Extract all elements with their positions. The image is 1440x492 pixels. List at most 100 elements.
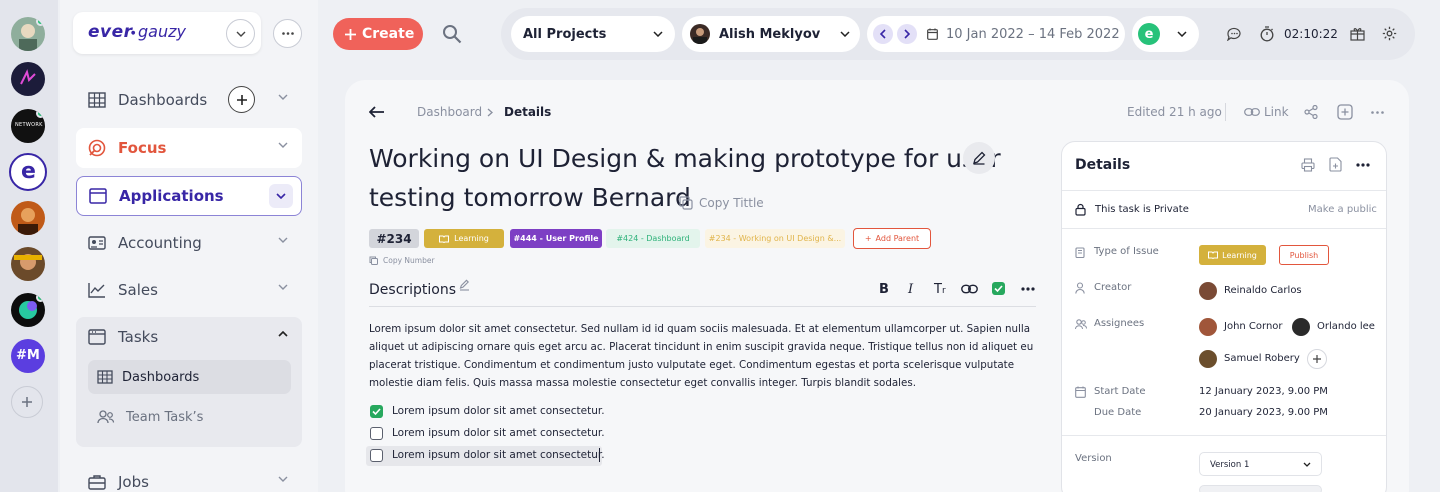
type-label: Type of Issue: [1094, 246, 1159, 257]
workspace-avatar-m[interactable]: #M: [11, 339, 45, 373]
chevron-right-icon: [487, 108, 493, 117]
workspace-avatar-3[interactable]: NETWORK: [11, 109, 45, 143]
workspace-avatar-7[interactable]: [11, 293, 45, 327]
next-range-button[interactable]: [897, 24, 917, 44]
tag-dashboard[interactable]: #424 - Dashboard: [606, 229, 700, 248]
avatar: [1199, 318, 1217, 336]
copy-title-button[interactable]: Copy Tittle: [679, 196, 764, 210]
prev-range-button[interactable]: [873, 24, 893, 44]
tag-parent-task[interactable]: #234 - Working on UI Design &...: [705, 229, 845, 248]
nav-applications[interactable]: Applications: [76, 176, 302, 216]
more-icon[interactable]: [1371, 111, 1384, 114]
workspace-avatar-6[interactable]: [11, 247, 45, 281]
breadcrumb-dashboard[interactable]: Dashboard: [417, 105, 482, 119]
gear-icon[interactable]: [1382, 26, 1397, 41]
nav-jobs[interactable]: Jobs: [76, 462, 302, 492]
due-date-value[interactable]: 20 January 2023, 9.00 PM: [1199, 407, 1328, 418]
next-select[interactable]: [1199, 485, 1322, 492]
checklist-checkbox-3[interactable]: [370, 449, 383, 462]
avatar: [1199, 282, 1217, 300]
avatar: [690, 24, 710, 44]
nav-dashboards[interactable]: Dashboards: [76, 80, 302, 120]
plus-icon: [236, 94, 247, 105]
add-workspace-button[interactable]: [11, 386, 43, 418]
gift-icon[interactable]: [1350, 26, 1365, 41]
assignee-name[interactable]: John Cornor: [1224, 321, 1283, 332]
printer-icon[interactable]: [1301, 158, 1315, 172]
date-range-value: 10 Jan 2022 – 14 Feb 2022: [946, 26, 1120, 42]
chevron-up-icon: [278, 331, 288, 337]
plus-icon: [345, 28, 356, 40]
file-icon[interactable]: [1329, 157, 1343, 172]
workspace-avatar-1[interactable]: [11, 17, 45, 51]
chat-icon[interactable]: [1227, 27, 1241, 41]
copy-link-button[interactable]: Link: [1244, 105, 1289, 119]
version-value: Version 1: [1210, 460, 1250, 470]
assignee-name[interactable]: Samuel Robery: [1224, 353, 1300, 364]
share-icon[interactable]: [1304, 105, 1318, 119]
back-arrow-icon[interactable]: [369, 106, 385, 118]
project-select[interactable]: All Projects: [511, 16, 675, 52]
org-dropdown-button[interactable]: [226, 19, 255, 48]
edit-title-button[interactable]: [963, 142, 995, 174]
user-icon: [1075, 282, 1085, 294]
nav-accounting[interactable]: Accounting: [76, 223, 302, 263]
chevron-left-icon: [880, 29, 886, 39]
subnav-team-tasks[interactable]: Team Task’s: [88, 400, 291, 434]
workspace-avatar-ever[interactable]: e: [9, 153, 47, 191]
nav-focus[interactable]: Focus: [76, 128, 302, 168]
search-icon[interactable]: [442, 24, 462, 44]
workspace-avatar-2[interactable]: [11, 62, 45, 96]
create-button[interactable]: Create: [333, 18, 423, 50]
lock-icon: [1075, 203, 1086, 216]
pencil-icon[interactable]: [459, 279, 470, 291]
subnav-dashboards[interactable]: Dashboards: [88, 360, 291, 394]
checklist-item-1[interactable]: Lorem ipsum dolor sit amet consectetur.: [392, 405, 605, 417]
book-icon: [439, 235, 450, 243]
check-icon: [372, 408, 381, 416]
plus-icon: [22, 397, 32, 407]
checklist-checkbox-1[interactable]: [370, 405, 383, 418]
text-size-button[interactable]: Tr: [934, 282, 946, 297]
nav-tasks[interactable]: Tasks: [76, 317, 302, 357]
start-date-value[interactable]: 12 January 2023, 9.00 PM: [1199, 386, 1328, 397]
chart-line-icon: [88, 283, 105, 298]
more-icon[interactable]: [1021, 287, 1035, 291]
applications-toggle[interactable]: [269, 184, 293, 208]
more-icon[interactable]: [1356, 163, 1370, 167]
pencil-icon: [973, 151, 986, 165]
version-select[interactable]: Version 1: [1199, 452, 1322, 476]
checklist-item-3[interactable]: Lorem ipsum dolor sit amet consectetur.: [392, 449, 605, 461]
publish-button[interactable]: Publish: [1279, 245, 1329, 265]
tag-user-profile[interactable]: #444 - User Profile: [510, 229, 602, 248]
link-icon[interactable]: [961, 284, 978, 294]
type-value-badge[interactable]: Learning: [1199, 245, 1266, 265]
grid-icon: [88, 92, 106, 108]
nav-sales[interactable]: Sales: [76, 270, 302, 310]
make-public-button[interactable]: Make a public: [1308, 204, 1377, 215]
checkbox-tool-button[interactable]: [992, 282, 1005, 295]
more-menu-button[interactable]: [273, 19, 302, 48]
description-text[interactable]: Lorem ipsum dolor sit amet consectetur. …: [369, 320, 1039, 392]
chevron-down-icon: [1303, 462, 1311, 467]
bold-button[interactable]: B: [879, 282, 889, 297]
add-subtask-icon[interactable]: [1337, 104, 1353, 120]
add-parent-button[interactable]: + Add Parent: [853, 228, 931, 249]
add-dashboard-button[interactable]: [228, 86, 255, 113]
checklist-checkbox-2[interactable]: [370, 427, 383, 440]
assignee-name[interactable]: Orlando lee: [1317, 321, 1375, 332]
copy-number-button[interactable]: Copy Number: [369, 256, 435, 265]
checklist-item-2[interactable]: Lorem ipsum dolor sit amet consectetur.: [392, 427, 605, 439]
assignees-label: Assignees: [1094, 318, 1145, 329]
user-value: Alish Meklyov: [719, 26, 821, 42]
calendar-icon: [88, 329, 106, 345]
task-title-line-1[interactable]: Working on UI Design & making prototype …: [369, 144, 1001, 173]
italic-button[interactable]: I: [908, 282, 913, 297]
org-select[interactable]: e: [1132, 16, 1199, 52]
tag-learning[interactable]: Learning: [424, 229, 504, 248]
task-title-line-2[interactable]: testing tomorrow Bernard: [369, 183, 691, 212]
user-select[interactable]: Alish Meklyov: [682, 16, 860, 52]
workspace-avatar-5[interactable]: [11, 201, 45, 235]
add-assignee-button[interactable]: [1307, 349, 1327, 369]
date-range-picker[interactable]: 10 Jan 2022 – 14 Feb 2022: [867, 16, 1125, 52]
